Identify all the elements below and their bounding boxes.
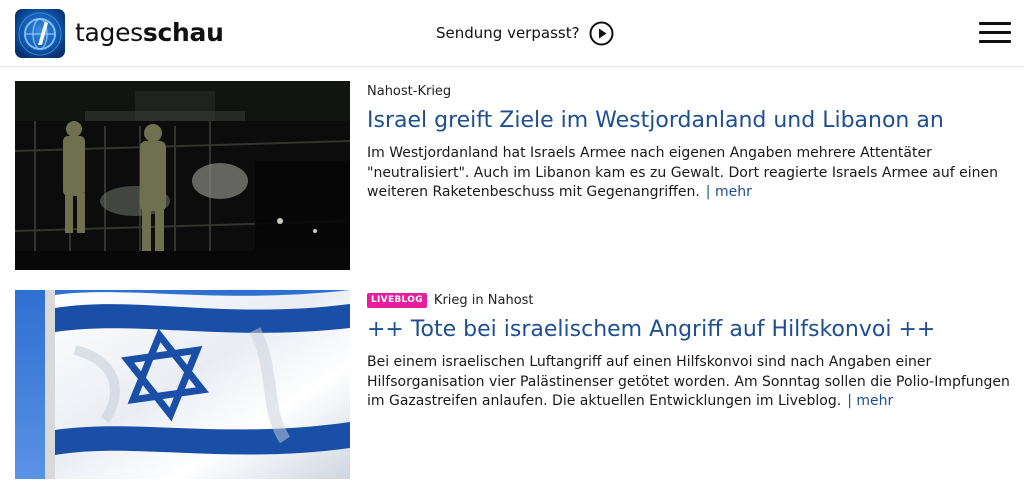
hamburger-menu-icon[interactable]: [979, 22, 1011, 44]
missed-show-link[interactable]: Sendung verpasst?: [436, 20, 614, 46]
more-link[interactable]: | mehr: [847, 393, 893, 409]
teaser-topline: LIVEBLOG Krieg in Nahost: [367, 290, 1012, 310]
teaser-topline: Nahost-Krieg: [367, 81, 1012, 101]
liveblog-badge: LIVEBLOG: [367, 292, 427, 308]
teaser-body: Nahost-Krieg Israel greift Ziele im West…: [367, 81, 1012, 203]
logo-text-bold: schau: [142, 18, 224, 47]
teaser-text-content: Bei einem israelischen Luftangriff auf e…: [367, 354, 1010, 409]
teaser-body: LIVEBLOG Krieg in Nahost ++ Tote bei isr…: [367, 290, 1012, 412]
missed-show-label: Sendung verpasst?: [436, 24, 580, 42]
topline-label: Krieg in Nahost: [433, 292, 534, 308]
teaser-text-content: Im Westjordanland hat Israels Armee nach…: [367, 145, 998, 200]
teaser-headline-link[interactable]: Israel greift Ziele im Westjordanland un…: [367, 106, 1012, 136]
teaser-text: Im Westjordanland hat Israels Armee nach…: [367, 144, 1012, 203]
site-header: tagesschau Sendung verpasst?: [0, 0, 1024, 67]
teaser-headline-link[interactable]: ++ Tote bei israelischem Angriff auf Hil…: [367, 315, 1012, 345]
more-link[interactable]: | mehr: [706, 184, 752, 200]
topline-label: Nahost-Krieg: [367, 83, 452, 99]
teaser-image-soldiers[interactable]: [15, 81, 350, 270]
teaser-image-israel-flag[interactable]: [15, 290, 350, 479]
logo-wordmark[interactable]: tagesschau: [75, 18, 224, 47]
logo-text-light: tages: [75, 18, 143, 47]
play-circle-icon: [589, 21, 614, 45]
teaser-text: Bei einem israelischen Luftangriff auf e…: [367, 353, 1012, 412]
tagesschau-logo-icon[interactable]: [15, 9, 65, 58]
